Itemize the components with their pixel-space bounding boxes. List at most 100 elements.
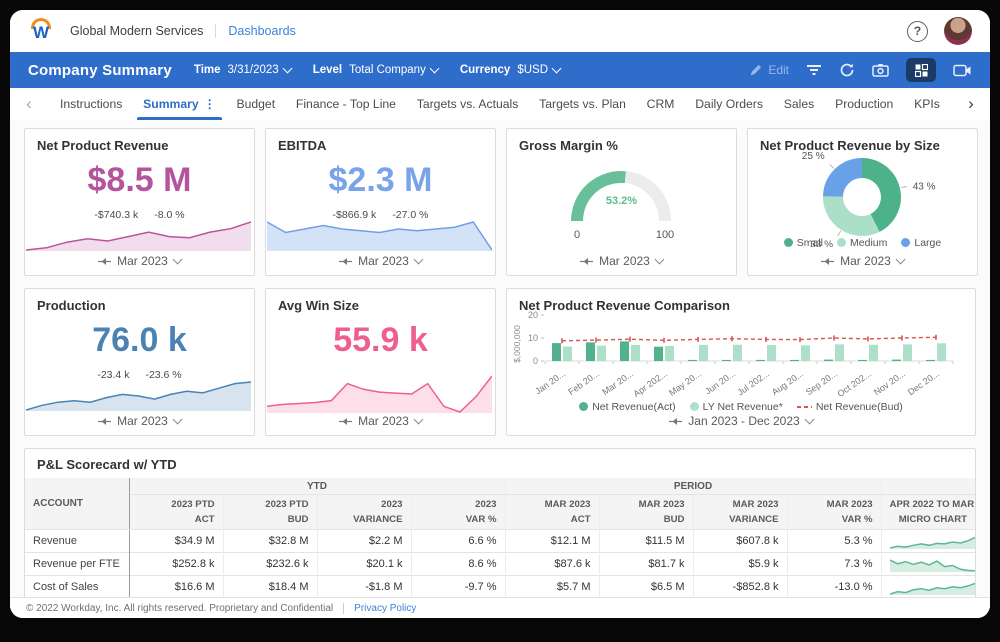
column-header-line2: BUD [663,514,685,525]
tab-daily-orders[interactable]: Daily Orders [685,88,773,120]
tab-crm[interactable]: CRM [637,88,685,120]
grid-view-button[interactable] [906,58,936,82]
chevron-down-icon [172,414,183,425]
column-header: MAR 2023 VARIANCE [693,494,788,530]
user-avatar[interactable] [944,17,972,45]
card-title: Net Product Revenue Comparison [519,298,730,313]
donut-chart: 43 %33 %25 % [802,151,936,247]
column-header-line1: 2023 PTD [171,499,215,510]
chevron-down-icon [551,63,562,74]
column-header-line1: MAR 2023 [638,499,685,510]
value-cell: 8.6 % [411,552,506,576]
column-header-line1: APR 2022 TO MAR 2... [889,499,975,510]
chevron-down-icon [282,63,293,74]
topbar-right [907,17,972,45]
help-icon[interactable] [907,20,928,42]
legend-label: Large [914,237,942,249]
tabs-scroll-right-icon[interactable] [958,88,984,120]
micro-chart [889,535,975,549]
time-value-dropdown[interactable]: 3/31/2023 [228,63,293,76]
tab-options-icon[interactable] [204,97,216,111]
column-header: 2023 VAR % [411,494,506,530]
present-button[interactable] [953,64,972,77]
sparkline-chart [267,375,492,413]
tab-summary[interactable]: Summary [133,88,226,120]
legend-swatch [689,402,699,411]
filter-icon [807,65,821,75]
column-header-line1: MAR 2023 [826,499,873,510]
kpi-value: 76.0 k [92,321,187,359]
value-cell: $20.1 k [317,552,412,576]
as-of-icon [669,417,683,425]
period-label: Mar 2023 [117,254,168,268]
app-window: Global Modern Services Dashboards Compan… [10,10,990,618]
tab-label: Finance - Top Line [295,97,396,111]
tab-label: Instructions [60,97,123,111]
value-cell: $12.1 M [505,529,600,553]
comparison-bar-chart: 0 10 20 $,000,000 Jan 20... Feb 20... Mar 20..… [512,311,954,399]
value-cell: $81.7 k [599,552,694,576]
table-column-header-row: 2023 PTD ACT 2023 PTD BUD 2023 VARIANCE 202… [25,494,975,530]
period-selector[interactable]: Mar 2023 [266,251,495,271]
value-cell: -$1.8 M [317,575,412,599]
edit-button[interactable]: Edit [749,63,789,77]
currency-value-dropdown[interactable]: $USD [517,63,562,76]
tab-sales[interactable]: Sales [774,88,825,120]
value-cell: $607.8 k [693,529,788,553]
tab-targets-vs-actuals[interactable]: Targets vs. Actuals [407,88,529,120]
period-selector[interactable]: Jan 2023 - Dec 2023 [507,411,975,431]
column-header-line1: 2023 [475,499,497,510]
value-cell: 5.3 % [787,529,882,553]
micro-chart [889,558,975,572]
tab-list: Instructions Summary Budget Finance - To… [42,88,958,120]
tab-finance-top-line[interactable]: Finance - Top Line [286,88,406,120]
period-selector[interactable]: Mar 2023 [25,411,254,431]
period-label: Mar 2023 [358,414,409,428]
tab-instructions[interactable]: Instructions [50,88,132,120]
period-selector[interactable]: Mar 2023 [507,251,736,271]
tab-budget[interactable]: Budget [226,88,285,120]
dashboards-link[interactable]: Dashboards [228,24,295,38]
svg-text:Mar 20...: Mar 20... [600,368,635,397]
table-title: P&L Scorecard w/ YTD [37,457,177,472]
column-header-line1: MAR 2023 [732,499,779,510]
level-value-dropdown[interactable]: Total Company [349,63,440,76]
tab-label: CRM [646,97,675,111]
legend-swatch [579,402,589,411]
column-header-line2: VAR % [465,514,497,525]
column-header-line1: 2023 [381,499,403,510]
value-cell: $18.4 M [223,575,318,599]
tab-production[interactable]: Production [825,88,903,120]
tabs-scroll-left-icon[interactable] [16,88,42,120]
snapshot-button[interactable] [872,63,889,77]
legend-dash-swatch [796,406,812,408]
period-selector[interactable]: Mar 2023 [748,251,977,271]
period-selector[interactable]: Mar 2023 [25,251,254,271]
micro-chart [889,581,975,595]
copyright-text: © 2022 Workday, Inc. All rights reserved… [26,602,334,614]
refresh-button[interactable] [839,62,855,78]
micro-chart-cell [881,552,975,576]
tenant-name: Global Modern Services [70,24,204,38]
time-filter: Time 3/31/2023 [194,63,293,76]
value-cell: $6.5 M [599,575,694,599]
period-label: Jan 2023 - Dec 2023 [688,414,800,428]
value-cell: 7.3 % [787,552,882,576]
level-filter: Level Total Company [313,63,440,76]
period-group-header: PERIOD [505,478,882,495]
value-cell: $232.6 k [223,552,318,576]
legend-label: Medium [850,237,888,249]
period-selector[interactable]: Mar 2023 [266,411,495,431]
privacy-policy-link[interactable]: Privacy Policy [354,603,416,614]
value-cell: $16.6 M [129,575,224,599]
tab-targets-vs-plan[interactable]: Targets vs. Plan [529,88,636,120]
gauge-chart [571,170,671,222]
tab-kpis[interactable]: KPIs [904,88,950,120]
account-cell: Cost of Sales [25,575,130,599]
legend-swatch [837,238,847,247]
legend-item-medium: Medium [837,237,887,249]
svg-text:Sep 20...: Sep 20... [804,368,839,397]
value-cell: -13.0 % [787,575,882,599]
workday-logo-icon[interactable] [28,17,54,45]
filter-button[interactable] [806,63,822,77]
